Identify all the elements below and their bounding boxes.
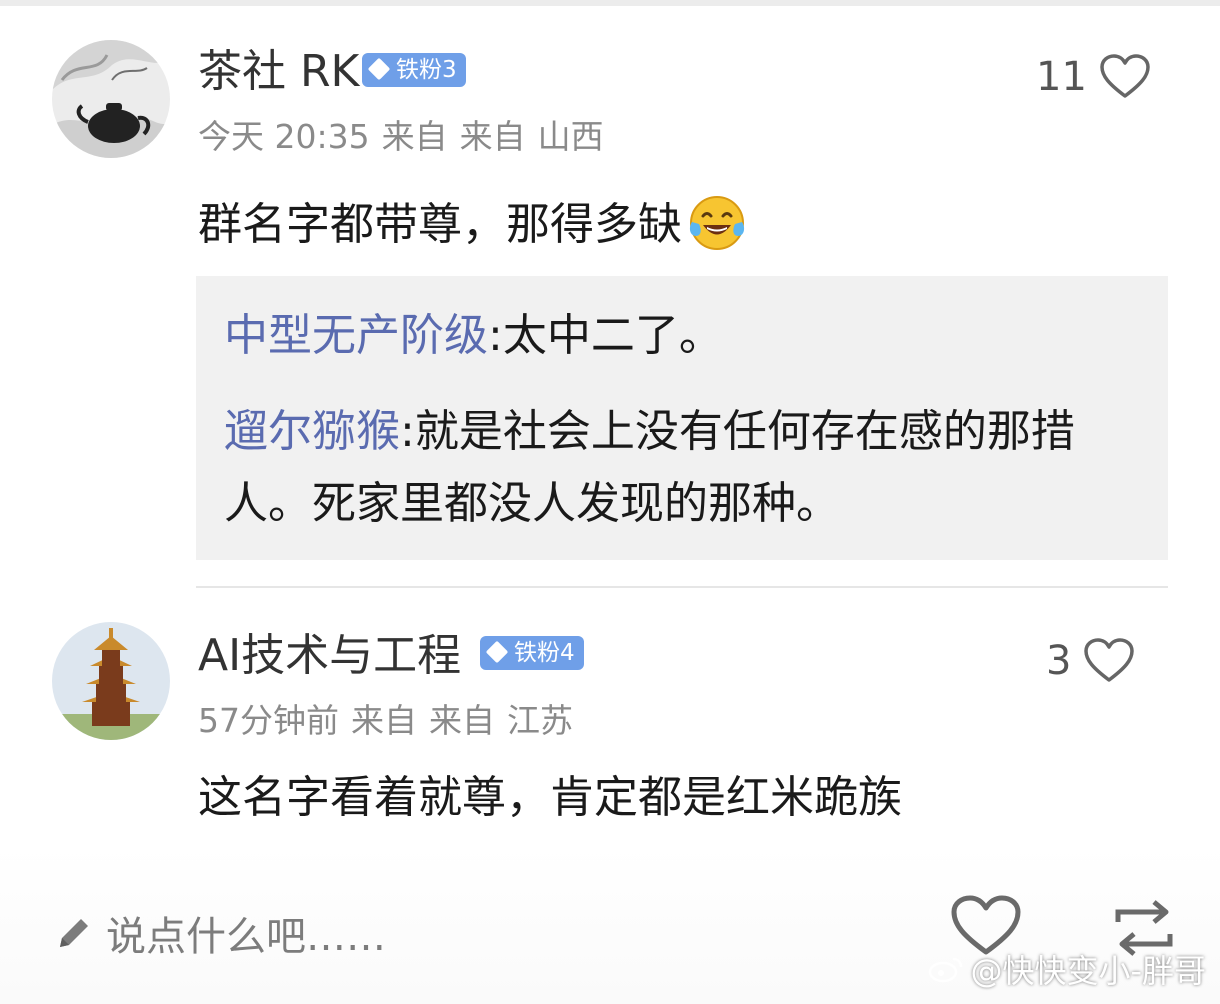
like-control[interactable]: 11	[1036, 54, 1151, 100]
reply-separator: :	[488, 310, 503, 361]
avatar[interactable]	[52, 40, 170, 158]
from-label: 来自	[429, 701, 495, 740]
pencil-icon	[60, 919, 88, 947]
username[interactable]: AI技术与工程	[198, 634, 461, 678]
fan-badge[interactable]: 铁粉3	[362, 53, 466, 87]
replies-preview[interactable]: 中型无产阶级:太中二了。 遛尔猕猴:就是社会上没有任何存在感的那措人。死家里都没…	[196, 276, 1168, 560]
comment-text-content: 群名字都带尊，那得多缺	[198, 199, 682, 250]
watermark: @快快变小-胖哥	[928, 946, 1206, 992]
fan-badge-label: 铁粉3	[396, 57, 457, 83]
comment-item: 茶社 RK 铁粉3 今天 20:35 来自 来自 山西 11 群名字都带尊，那得多缺 …	[0, 0, 1220, 586]
comment-input[interactable]: 说点什么吧……	[52, 904, 386, 962]
comment-meta: 今天 20:35 来自 来自 山西	[198, 120, 604, 153]
reply-author[interactable]: 中型无产阶级	[224, 310, 488, 361]
fan-badge[interactable]: 铁粉4	[480, 636, 584, 670]
location: 江苏	[507, 701, 573, 740]
username[interactable]: 茶社 RK	[198, 50, 359, 94]
like-count: 11	[1036, 54, 1087, 100]
comment-time: 57分钟前	[198, 701, 339, 740]
comment-text: 群名字都带尊，那得多缺	[198, 196, 748, 258]
reply-item: 中型无产阶级:太中二了。	[224, 300, 1144, 372]
from-label: 来自	[381, 117, 448, 156]
weibo-logo-icon	[929, 957, 963, 983]
reply-item: 遛尔猕猴:就是社会上没有任何存在感的那措人。死家里都没人发现的那种。	[224, 396, 1144, 540]
reply-text: 太中二了。	[502, 310, 723, 361]
heart-icon[interactable]	[1083, 638, 1135, 684]
diamond-icon	[485, 640, 509, 664]
comment-item: AI技术与工程 铁粉4 57分钟前 来自 来自 江苏 3 这名字看着就尊，肯定都是红米…	[0, 588, 1220, 846]
comment-text: 这名字看着就尊，肯定都是红米跪族	[198, 772, 902, 823]
laughing-with-tears-emoji	[689, 196, 745, 250]
heart-icon[interactable]	[1099, 54, 1151, 100]
comment-meta: 57分钟前 来自 来自 江苏	[198, 704, 573, 737]
from-label: 来自	[459, 117, 526, 156]
reply-author[interactable]: 遛尔猕猴	[224, 406, 400, 457]
comment-input-placeholder: 说点什么吧……	[106, 914, 386, 960]
watermark-text: @快快变小-胖哥	[970, 952, 1206, 990]
reply-separator: :	[400, 406, 415, 457]
like-control[interactable]: 3	[1046, 638, 1135, 684]
like-count: 3	[1046, 638, 1072, 684]
location: 山西	[537, 117, 604, 156]
fan-badge-label: 铁粉4	[514, 640, 575, 666]
comment-footer-bar: 说点什么吧…… @快快变小-胖哥	[0, 846, 1220, 1004]
diamond-icon	[367, 57, 391, 81]
from-label: 来自	[351, 701, 417, 740]
avatar[interactable]	[52, 622, 170, 740]
comment-time: 今天 20:35	[198, 117, 370, 156]
